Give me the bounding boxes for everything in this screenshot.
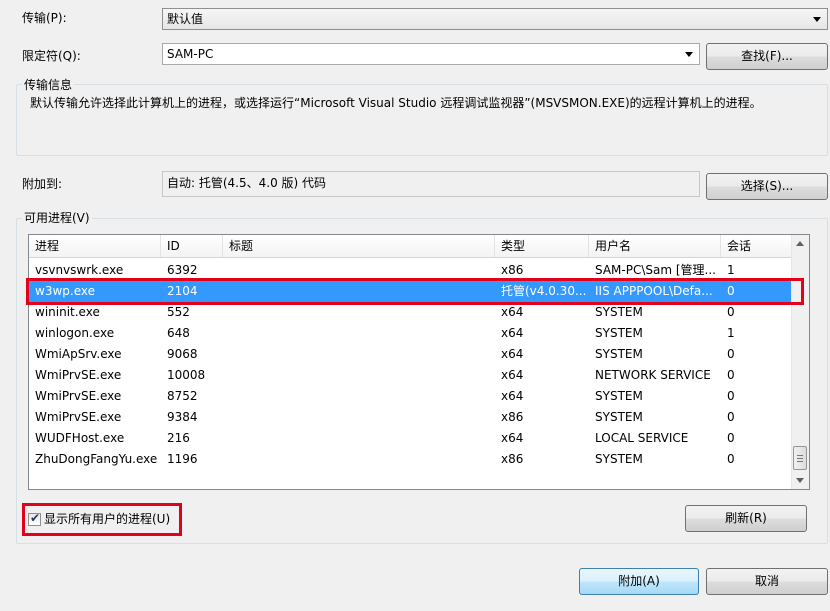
chevron-down-icon[interactable] xyxy=(685,52,693,57)
column-header-title[interactable]: 标题 xyxy=(223,235,495,257)
process-name: WmiApSrv.exe xyxy=(35,347,122,361)
process-id: 9384 xyxy=(167,410,198,424)
transport-info-text: 默认传输允许选择此计算机上的进程，或选择运行“Microsoft Visual … xyxy=(30,96,762,110)
table-row[interactable]: wininit.exe 552 x64 SYSTEM 0 xyxy=(29,302,791,323)
process-title xyxy=(223,386,495,407)
process-type: x86 xyxy=(501,452,524,466)
table-row[interactable]: WmiPrvSE.exe 8752 x64 SYSTEM 0 xyxy=(29,386,791,407)
qualifier-label: 限定符(Q): xyxy=(22,49,81,63)
process-title xyxy=(223,302,495,323)
table-row[interactable]: WmiPrvSE.exe 9384 x86 SYSTEM 0 xyxy=(29,407,791,428)
column-header-process[interactable]: 进程 xyxy=(29,235,161,257)
process-type: x64 xyxy=(501,368,524,382)
attach-button[interactable]: 附加(A) xyxy=(579,568,699,595)
process-session: 0 xyxy=(727,389,735,403)
grip-icon xyxy=(797,461,803,462)
process-session: 0 xyxy=(727,305,735,319)
scrollbar-thumb[interactable] xyxy=(793,446,807,470)
process-session: 0 xyxy=(727,452,735,466)
transport-label: 传输(P): xyxy=(22,11,67,25)
column-header-type[interactable]: 类型 xyxy=(495,235,589,257)
process-type: x64 xyxy=(501,389,524,403)
select-button[interactable]: 选择(S)... xyxy=(706,173,828,200)
process-user: SYSTEM xyxy=(595,389,643,403)
process-name: ZhuDongFangYu.exe xyxy=(35,452,158,466)
process-name: wininit.exe xyxy=(35,305,100,319)
attach-to-label: 附加到: xyxy=(22,177,63,191)
chevron-down-icon xyxy=(813,17,821,22)
process-user: SYSTEM xyxy=(595,410,643,424)
highlight-box-selected-row xyxy=(26,278,804,305)
process-id: 648 xyxy=(167,326,190,340)
process-session: 0 xyxy=(727,368,735,382)
process-type: x64 xyxy=(501,305,524,319)
scroll-up-icon[interactable] xyxy=(796,241,804,246)
process-title xyxy=(223,344,495,365)
process-session: 0 xyxy=(727,410,735,424)
process-list[interactable]: 进程 ID 标题 类型 用户名 会话 vsvnvswrk.exe 6392 x8… xyxy=(28,234,810,490)
process-type: x64 xyxy=(501,326,524,340)
process-name: WmiPrvSE.exe xyxy=(35,410,122,424)
process-name: WmiPrvSE.exe xyxy=(35,389,122,403)
process-session: 0 xyxy=(727,347,735,361)
process-title xyxy=(223,407,495,428)
process-name: WUDFHost.exe xyxy=(35,431,125,445)
process-title xyxy=(223,323,495,344)
process-id: 216 xyxy=(167,431,190,445)
table-row[interactable]: winlogon.exe 648 x64 SYSTEM 1 xyxy=(29,323,791,344)
process-session: 0 xyxy=(727,431,735,445)
transport-value: 默认值 xyxy=(167,12,204,26)
grip-icon xyxy=(797,455,803,456)
process-user: SYSTEM xyxy=(595,452,643,466)
grip-icon xyxy=(797,458,803,459)
table-row[interactable]: ZhuDongFangYu.exe 1196 x86 SYSTEM 0 xyxy=(29,449,791,470)
process-user: SYSTEM xyxy=(595,305,643,319)
process-id: 10008 xyxy=(167,368,206,382)
process-user: NETWORK SERVICE xyxy=(595,368,711,382)
process-name: WmiPrvSE.exe xyxy=(35,368,122,382)
available-processes-title: 可用进程(V) xyxy=(22,210,92,226)
refresh-button[interactable]: 刷新(R) xyxy=(685,505,807,532)
process-title xyxy=(223,449,495,470)
process-type: x64 xyxy=(501,347,524,361)
process-user: SYSTEM xyxy=(595,347,643,361)
process-id: 1196 xyxy=(167,452,198,466)
highlight-box-checkbox xyxy=(22,503,182,536)
process-id: 552 xyxy=(167,305,190,319)
transport-info-title: 传输信息 xyxy=(22,77,75,93)
find-button[interactable]: 查找(F)... xyxy=(706,43,828,70)
attach-to-field: 自动: 托管(4.5、4.0 版) 代码 xyxy=(162,171,700,197)
column-header-session[interactable]: 会话 xyxy=(721,235,791,257)
process-type: x64 xyxy=(501,431,524,445)
process-type: x86 xyxy=(501,410,524,424)
process-user: SYSTEM xyxy=(595,326,643,340)
process-title xyxy=(223,428,495,449)
process-session: 1 xyxy=(727,326,735,340)
column-header-username[interactable]: 用户名 xyxy=(589,235,721,257)
process-list-scrollbar[interactable] xyxy=(791,235,809,489)
transport-dropdown[interactable]: 默认值 xyxy=(162,8,828,30)
process-user: LOCAL SERVICE xyxy=(595,431,689,445)
process-id: 8752 xyxy=(167,389,198,403)
process-title xyxy=(223,365,495,386)
column-header-id[interactable]: ID xyxy=(161,235,223,257)
process-list-header: 进程 ID 标题 类型 用户名 会话 xyxy=(29,235,791,258)
qualifier-combobox[interactable]: SAM-PC xyxy=(162,43,700,65)
process-name: winlogon.exe xyxy=(35,326,115,340)
table-row[interactable]: WmiPrvSE.exe 10008 x64 NETWORK SERVICE 0 xyxy=(29,365,791,386)
scroll-down-icon[interactable] xyxy=(796,478,804,483)
process-id: 9068 xyxy=(167,347,198,361)
table-row[interactable]: WmiApSrv.exe 9068 x64 SYSTEM 0 xyxy=(29,344,791,365)
cancel-button[interactable]: 取消 xyxy=(706,568,828,595)
table-row[interactable]: WUDFHost.exe 216 x64 LOCAL SERVICE 0 xyxy=(29,428,791,449)
qualifier-value: SAM-PC xyxy=(167,47,214,61)
